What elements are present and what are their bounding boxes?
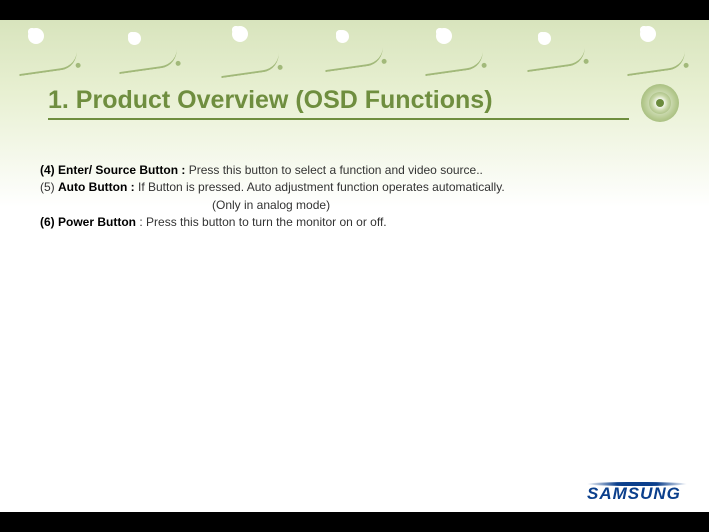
flower-icon	[436, 28, 452, 44]
item-name: Power Button	[58, 215, 136, 229]
item-name: Enter/ Source Button	[58, 163, 178, 177]
brand-name: SAMSUNG	[587, 484, 681, 503]
item-number: (4)	[40, 163, 55, 177]
osd-item: (4) Enter/ Source Button : Press this bu…	[40, 162, 669, 179]
flower-icon	[232, 26, 248, 42]
osd-item: (5) Auto Button : If Button is pressed. …	[40, 179, 669, 196]
item-desc: Press this button to turn the monitor on…	[146, 215, 387, 229]
item-sep: :	[178, 163, 189, 177]
swoosh-icon	[117, 48, 179, 74]
item-number: (6)	[40, 215, 55, 229]
flower-icon	[336, 30, 349, 43]
flower-icon	[538, 32, 551, 45]
swoosh-icon	[219, 52, 281, 78]
item-number: (5)	[40, 180, 55, 194]
item-sep: :	[127, 180, 138, 194]
swoosh-icon	[323, 46, 385, 72]
title-row: 1. Product Overview (OSD Functions)	[0, 82, 709, 122]
brand-logo: SAMSUNG	[587, 482, 687, 504]
item-desc: Press this button to select a function a…	[189, 163, 483, 177]
item-note: (Only in analog mode)	[40, 197, 669, 214]
decorative-header	[0, 20, 709, 82]
flower-icon	[28, 28, 44, 44]
osd-item: (6) Power Button : Press this button to …	[40, 214, 669, 231]
swoosh-icon	[17, 50, 79, 76]
swoosh-icon	[423, 50, 485, 76]
flower-icon	[128, 32, 141, 45]
slide-page: 1. Product Overview (OSD Functions) (4) …	[0, 20, 709, 512]
page-title: 1. Product Overview (OSD Functions)	[48, 86, 629, 120]
swoosh-icon	[525, 46, 587, 72]
item-desc: If Button is pressed. Auto adjustment fu…	[138, 180, 505, 194]
gear-icon	[641, 84, 679, 122]
item-sep: :	[136, 215, 146, 229]
content-body: (4) Enter/ Source Button : Press this bu…	[0, 122, 709, 232]
item-name: Auto Button	[58, 180, 127, 194]
flower-icon	[640, 26, 656, 42]
swoosh-icon	[625, 50, 687, 76]
